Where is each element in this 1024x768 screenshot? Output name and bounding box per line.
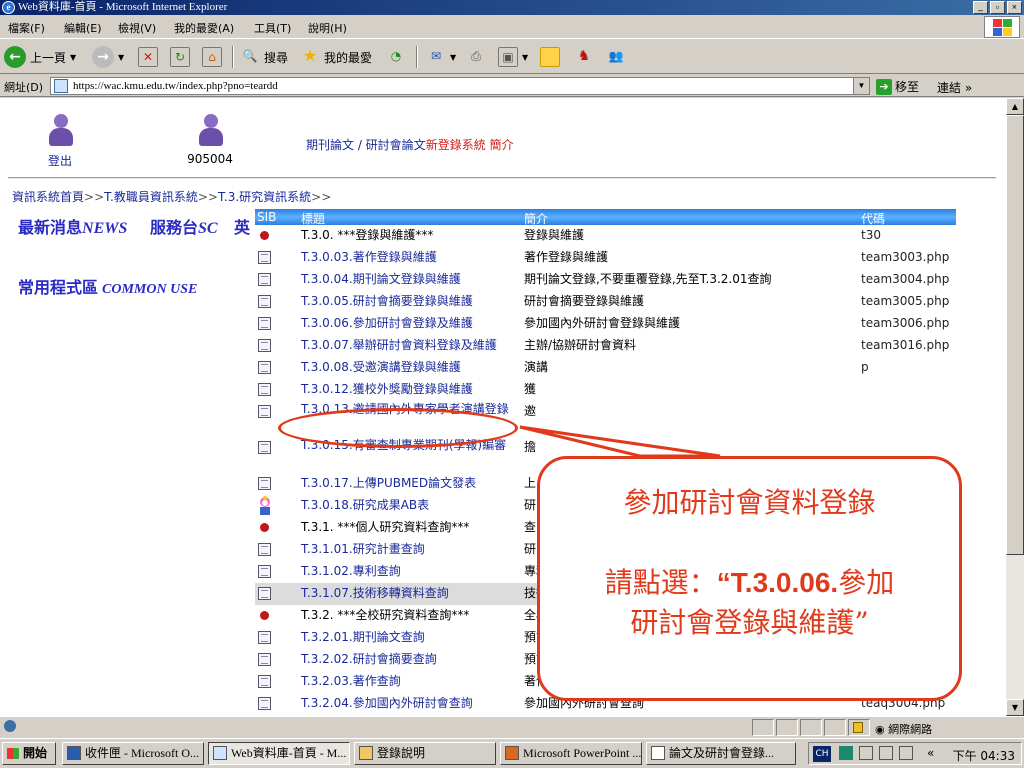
- task-ie[interactable]: Web資料庫-首頁 - M...: [208, 742, 350, 765]
- discuss-button[interactable]: [540, 44, 560, 70]
- menu-edit[interactable]: 編輯(E): [64, 20, 102, 36]
- language-indicator[interactable]: CH: [813, 746, 831, 762]
- windows-logo-icon: [984, 16, 1020, 38]
- print-button[interactable]: ⎙: [466, 44, 486, 70]
- callout-title: 參加研討會資料登錄: [623, 486, 876, 519]
- home-button[interactable]: ⌂: [202, 44, 222, 70]
- search-label: 搜尋: [264, 50, 289, 65]
- menu-file[interactable]: 檔案(F): [8, 20, 45, 36]
- notes-icon: [540, 47, 560, 67]
- star-icon: ★: [302, 46, 318, 65]
- status-page-icon: [4, 720, 16, 732]
- back-label: 上一頁: [30, 50, 67, 65]
- address-url: https://wac.kmu.edu.tw/index.php?pno=tea…: [73, 80, 278, 92]
- menu-favorites[interactable]: 我的最愛(A): [174, 20, 234, 36]
- back-dropdown-icon[interactable]: ▼: [70, 53, 76, 62]
- mail-button[interactable]: ✉ ▼: [426, 44, 456, 70]
- back-arrow-icon: ←: [4, 46, 26, 68]
- toolbar: ← 上一頁 ▼ → ▼ ✕ ↻ ⌂ 🔍 搜尋 ★ 我的最愛 ◔ ✉ ▼ ⎙ ▣ …: [0, 40, 1024, 74]
- vertical-scrollbar[interactable]: ▲ ▼: [1006, 98, 1024, 716]
- edit-icon: ▣: [498, 47, 518, 67]
- menu-help[interactable]: 說明(H): [308, 20, 347, 36]
- forward-button[interactable]: → ▼: [92, 44, 124, 70]
- stop-button[interactable]: ✕: [138, 44, 158, 70]
- stop-icon: ✕: [138, 47, 158, 67]
- minimize-button[interactable]: _: [973, 1, 988, 14]
- refresh-icon: ↻: [170, 47, 190, 67]
- address-label: 網址(D): [4, 81, 44, 94]
- document-icon: [651, 746, 665, 760]
- search-icon: 🔍: [242, 49, 258, 63]
- address-bar: 網址(D) https://wac.kmu.edu.tw/index.php?p…: [0, 75, 1024, 97]
- scroll-up-icon[interactable]: ▲: [1006, 98, 1024, 115]
- outlook-icon: [67, 746, 81, 760]
- edit-dropdown-icon[interactable]: ▼: [522, 53, 528, 62]
- messenger-button[interactable]: 👥: [606, 44, 626, 70]
- task-outlook[interactable]: 收件匣 - Microsoft O...: [62, 742, 204, 765]
- edit-button[interactable]: ▣ ▼: [498, 44, 528, 70]
- task-document[interactable]: 論文及研討會登錄...: [646, 742, 796, 765]
- clock: 下午 04:33: [952, 749, 1015, 763]
- menu-bar: 檔案(F) 編輯(E) 檢視(V) 我的最愛(A) 工具(T) 說明(H): [0, 15, 1024, 39]
- ie-icon: [213, 746, 227, 760]
- favorites-button[interactable]: ★ 我的最愛: [300, 44, 372, 70]
- devil-button[interactable]: ♞: [574, 44, 594, 70]
- home-icon: ⌂: [202, 47, 222, 67]
- address-dropdown-icon[interactable]: ▼: [853, 78, 869, 94]
- close-button[interactable]: ×: [1007, 1, 1022, 14]
- forward-dropdown-icon[interactable]: ▼: [118, 53, 124, 62]
- mail-dropdown-icon[interactable]: ▼: [450, 53, 456, 62]
- menu-view[interactable]: 檢視(V): [118, 20, 156, 36]
- favorites-label: 我的最愛: [324, 50, 373, 65]
- status-bar: ◉ 網際網路: [0, 716, 1024, 738]
- lock-icon: [853, 722, 863, 733]
- ime-icon[interactable]: [839, 746, 853, 760]
- menu-tools[interactable]: 工具(T): [254, 20, 291, 36]
- window-title: Web資料庫-首頁 - Microsoft Internet Explorer: [18, 1, 228, 13]
- taskbar: 開始 收件匣 - Microsoft O... Web資料庫-首頁 - M...…: [0, 738, 1024, 768]
- system-tray: CH « 下午 04:33: [808, 742, 1022, 765]
- tray-icon-b[interactable]: [879, 746, 893, 760]
- go-arrow-icon: ➔: [876, 78, 892, 95]
- tray-icon-c[interactable]: [899, 746, 913, 760]
- address-input[interactable]: https://wac.kmu.edu.tw/index.php?pno=tea…: [50, 77, 870, 95]
- refresh-button[interactable]: ↻: [170, 44, 190, 70]
- page-content: 登出 905004 期刊論文 / 研討會論文新登錄系統 簡介 資訊系統首頁>>T…: [0, 98, 1006, 716]
- devil-icon: ♞: [577, 48, 591, 64]
- zone-indicator: ◉ 網際網路: [875, 723, 933, 736]
- go-label: 移至: [895, 80, 920, 94]
- print-icon: ⎙: [471, 49, 481, 63]
- page-icon: [54, 79, 68, 93]
- callout-instruction: 請點選：“T.3.0.06.參加 研討會登錄與維護”: [604, 566, 895, 639]
- callout-box: 參加研討會資料登錄 請點選：“T.3.0.06.參加 研討會登錄與維護”: [537, 456, 962, 701]
- folder-icon: [359, 746, 373, 760]
- history-icon: ◔: [390, 49, 402, 63]
- forward-arrow-icon: →: [92, 46, 114, 68]
- mail-icon: ✉: [430, 49, 442, 63]
- window-title-bar: e Web資料庫-首頁 - Microsoft Internet Explore…: [0, 0, 1024, 15]
- history-button[interactable]: ◔: [386, 44, 406, 70]
- start-button[interactable]: 開始: [2, 742, 56, 765]
- back-button[interactable]: ← 上一頁 ▼: [4, 44, 76, 70]
- links-button[interactable]: 連結 »: [937, 79, 972, 96]
- go-button[interactable]: ➔ 移至: [876, 78, 919, 95]
- messenger-icon: 👥: [608, 49, 624, 63]
- task-folder[interactable]: 登錄說明: [354, 742, 496, 765]
- tray-expand-icon[interactable]: «: [927, 746, 934, 760]
- maximize-button[interactable]: ▫: [990, 1, 1005, 14]
- powerpoint-icon: [505, 746, 519, 760]
- tray-icon-a[interactable]: [859, 746, 873, 760]
- scroll-down-icon[interactable]: ▼: [1006, 699, 1024, 716]
- ie-logo-icon: e: [2, 1, 15, 14]
- task-powerpoint[interactable]: Microsoft PowerPoint ...: [500, 742, 642, 765]
- scroll-thumb[interactable]: [1006, 115, 1024, 555]
- search-button[interactable]: 🔍 搜尋: [240, 44, 289, 70]
